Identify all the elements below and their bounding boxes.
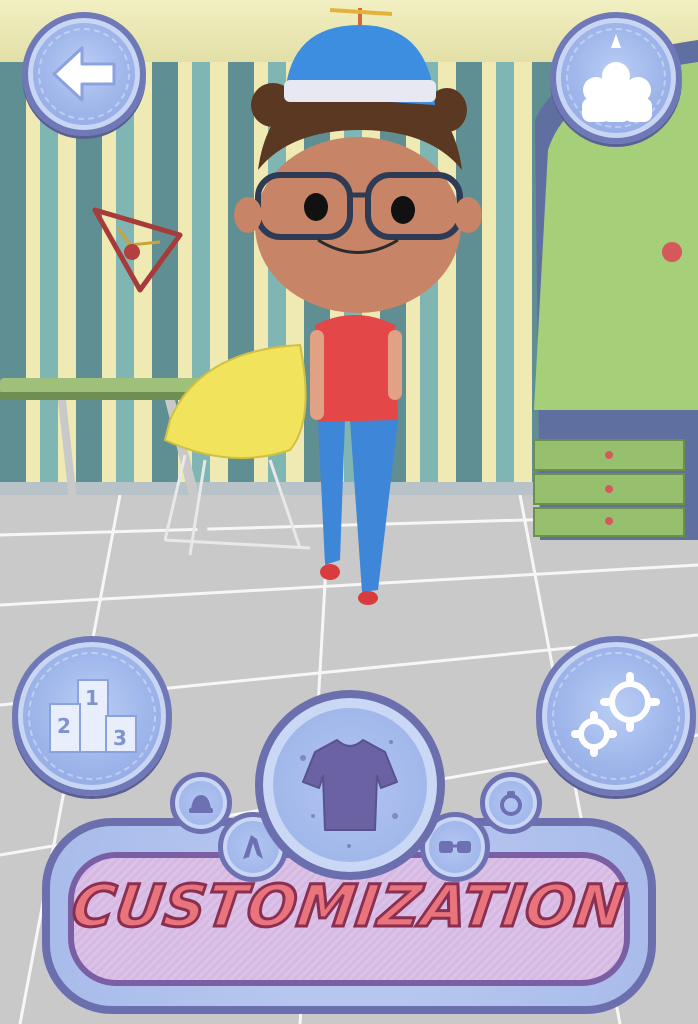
gears-icon <box>571 672 660 757</box>
screen-title: CUSTOMIZATION <box>66 871 632 942</box>
settings-button[interactable] <box>536 636 696 796</box>
podium-place-1: 1 <box>85 686 99 710</box>
wall-clock <box>92 207 183 293</box>
podium-place-2: 2 <box>57 714 71 738</box>
bow-category-button[interactable] <box>480 772 542 834</box>
back-arrow-icon <box>52 46 116 102</box>
player-character[interactable] <box>234 8 482 605</box>
hat-icon <box>189 795 213 813</box>
pets-button[interactable] <box>550 12 682 144</box>
podium-place-3: 3 <box>113 726 127 750</box>
back-button[interactable] <box>22 12 146 136</box>
customization-main-button[interactable] <box>255 690 445 880</box>
tshirt-icon <box>300 739 398 848</box>
bow-icon <box>500 791 522 816</box>
leaderboard-button[interactable]: 1 2 3 <box>12 636 172 796</box>
podium-icon <box>49 679 137 753</box>
pets-icon <box>582 34 652 122</box>
